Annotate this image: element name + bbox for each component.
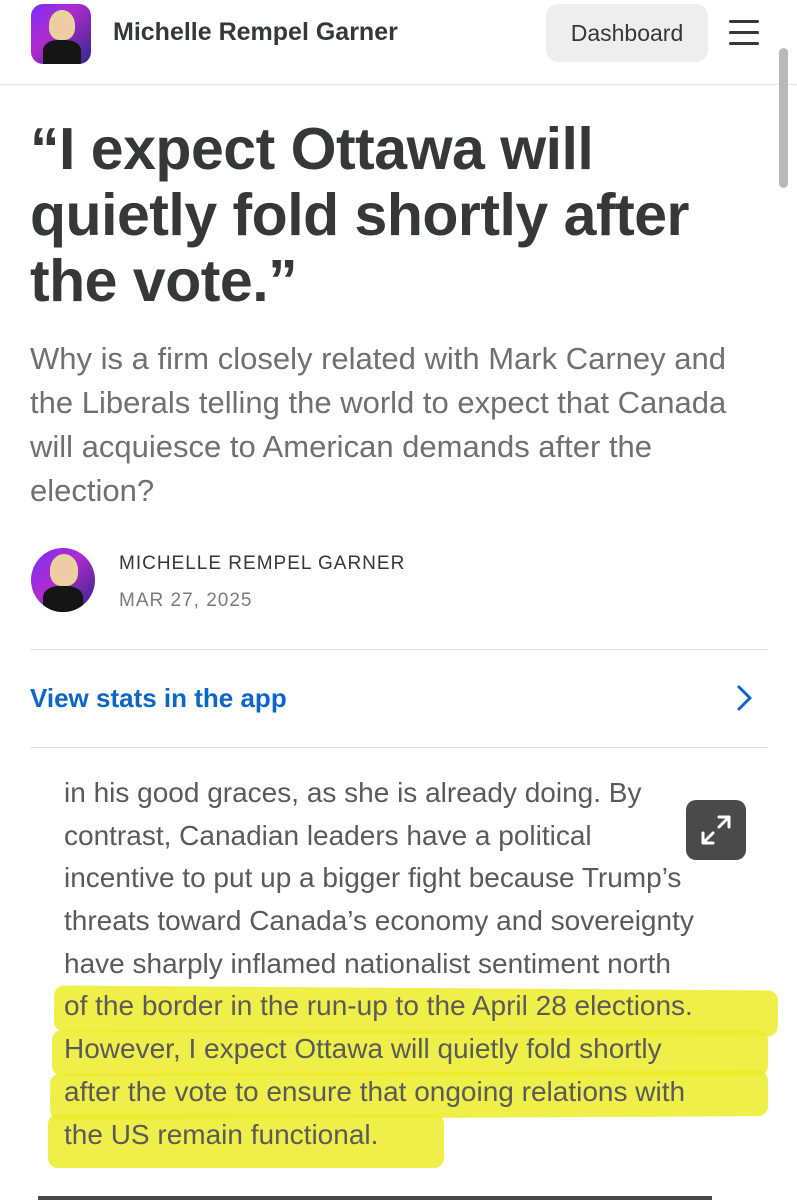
top-navigation-bar: Michelle Rempel Garner Dashboard <box>0 0 797 85</box>
excerpt-line: the US remain functional. <box>64 1118 379 1150</box>
excerpt-line: However, I expect Ottawa will quietly fo… <box>64 1033 662 1065</box>
excerpt-line: after the vote to ensure that ongoing re… <box>64 1075 686 1107</box>
post-subtitle: Why is a firm closely related with Mark … <box>30 341 727 508</box>
author-avatar[interactable] <box>31 548 95 612</box>
expand-icon[interactable] <box>686 800 746 860</box>
excerpt-line: incentive to put up a bigger fight becau… <box>64 862 682 894</box>
image-bottom-edge <box>38 1196 712 1200</box>
divider <box>30 747 768 748</box>
view-stats-link[interactable]: View stats in the app <box>30 683 287 714</box>
scrollbar[interactable] <box>779 48 788 188</box>
author-name[interactable]: MICHELLE REMPEL GARNER <box>119 553 405 575</box>
divider <box>30 649 768 650</box>
excerpt-line: of the border in the run-up to the April… <box>64 990 693 1022</box>
author-logo-icon[interactable] <box>31 4 91 64</box>
excerpt-line: contrast, Canadian leaders have a politi… <box>64 819 592 851</box>
chevron-right-icon[interactable] <box>734 684 754 712</box>
excerpt-line: in his good graces, as she is already do… <box>64 777 642 808</box>
site-name[interactable]: Michelle Rempel Garner <box>113 18 398 47</box>
article-excerpt: in his good graces, as she is already do… <box>64 772 764 1156</box>
post-date: MAR 27, 2025 <box>119 590 253 611</box>
post-title: “I expect Ottawa will quietly fold short… <box>30 116 690 314</box>
excerpt-line: threats toward Canada’s economy and sove… <box>64 905 694 937</box>
dashboard-button[interactable]: Dashboard <box>546 4 708 62</box>
excerpt-line: have sharply inflamed nationalist sentim… <box>64 947 672 979</box>
hamburger-menu-icon[interactable] <box>729 20 759 46</box>
